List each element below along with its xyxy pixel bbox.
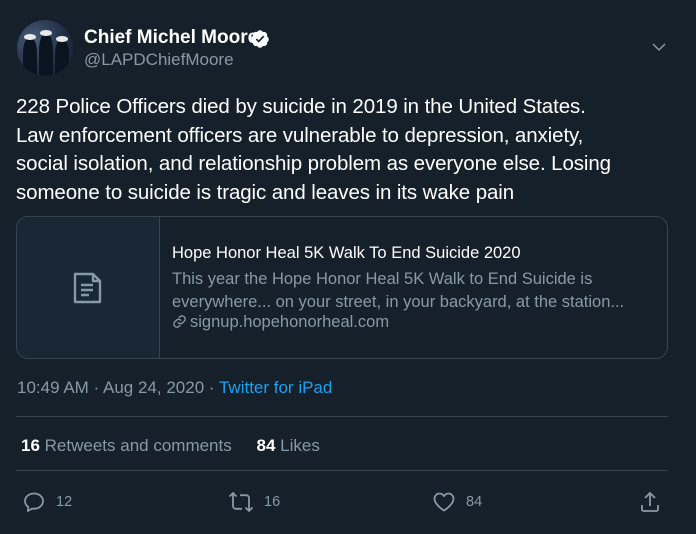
likes-label: Likes [280,436,320,455]
retweet-count: 16 [264,494,281,510]
tweet-stats: 16 Retweets and comments 84 Likes [21,436,320,456]
tweet-meta: 10:49 AM · Aug 24, 2020 · Twitter for iP… [17,378,332,398]
card-link[interactable]: signup.hopehonorheal.com [172,313,389,332]
like-count: 84 [466,494,483,510]
avatar[interactable] [17,20,73,76]
retweets-stat[interactable]: 16 Retweets and comments [21,436,232,455]
tweet-date[interactable]: Aug 24, 2020 [103,378,204,397]
heart-icon [433,492,455,512]
verified-badge-icon [251,30,269,48]
author-name[interactable]: Chief Michel Moore [84,27,258,49]
link-icon [173,315,186,328]
like-button[interactable]: 84 [432,490,482,514]
divider [16,470,668,471]
card-title: Hope Honor Heal 5K Walk To End Suicide 2… [172,244,521,262]
share-icon [641,491,659,512]
retweets-count: 16 [21,436,40,455]
reply-count: 12 [56,494,73,510]
card-link-text: signup.hopehonorheal.com [190,313,390,331]
separator: · [204,378,219,397]
card-thumbnail [17,217,160,358]
separator: · [88,378,103,397]
card-description-line: This year the Hope Honor Heal 5K Walk to… [172,270,593,288]
card-description: This year the Hope Honor Heal 5K Walk to… [172,268,624,314]
likes-stat[interactable]: 84 Likes [256,436,319,455]
tweet-text: 228 Police Officers died by suicide in 2… [16,93,681,207]
reply-icon [24,492,44,512]
retweet-icon [228,491,254,513]
tweet-text-line: 228 Police Officers died by suicide in 2… [16,95,586,118]
share-button[interactable] [638,490,662,514]
document-icon [73,272,102,304]
tweet-text-line: social isolation, and relationship probl… [16,152,611,175]
author-handle[interactable]: @LAPDChiefMoore [84,50,234,70]
tweet-source[interactable]: Twitter for iPad [219,378,332,397]
reply-button[interactable]: 12 [22,490,72,514]
retweet-button[interactable]: 16 [228,490,280,514]
divider [16,416,668,417]
tweet-text-line: someone to suicide is tragic and leaves … [16,180,515,204]
tweet-text-line: Law enforcement officers are vulnerable … [16,123,584,147]
card-description-line: everywhere... on your street, in your ba… [172,293,625,311]
likes-count: 84 [256,436,276,455]
retweets-label: Retweets and comments [44,436,232,455]
chevron-down-icon[interactable] [650,38,668,56]
link-card[interactable]: Hope Honor Heal 5K Walk To End Suicide 2… [16,216,668,359]
tweet-time[interactable]: 10:49 AM [17,378,89,397]
